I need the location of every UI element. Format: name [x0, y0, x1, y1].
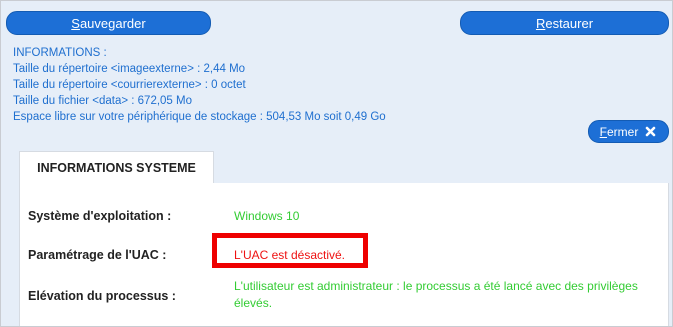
- restore-button[interactable]: Restaurer: [460, 11, 669, 35]
- close-label: ermer: [607, 124, 639, 139]
- save-accesskey: S: [71, 15, 80, 31]
- info-line-courrierexterne: Taille du répertoire <courrierexterne> :…: [13, 79, 246, 91]
- os-value: Windows 10: [234, 209, 300, 223]
- elevation-label: Elévation du processus :: [28, 289, 176, 303]
- close-accesskey: F: [599, 124, 607, 139]
- info-line-imageexterne: Taille du répertoire <imageexterne> : 2,…: [13, 63, 246, 75]
- save-button[interactable]: Sauvegarder: [6, 11, 211, 35]
- info-line-free-space: Espace libre sur votre périphérique de s…: [13, 111, 386, 123]
- restore-label: estaurer: [545, 15, 594, 31]
- tab-label: INFORMATIONS SYSTEME: [37, 161, 196, 175]
- tab-informations-systeme[interactable]: INFORMATIONS SYSTEME: [19, 151, 214, 184]
- uac-value: L'UAC est désactivé.: [234, 248, 346, 262]
- app-frame: Sauvegarder Restaurer INFORMATIONS : Tai…: [0, 0, 673, 327]
- save-label: auvegarder: [79, 15, 146, 31]
- info-line-data-file: Taille du fichier <data> : 672,05 Mo: [13, 95, 193, 107]
- system-info-panel: Système d'exploitation : Windows 10 Para…: [19, 183, 669, 326]
- close-button[interactable]: Fermer: [588, 120, 669, 143]
- uac-label: Paramétrage de l'UAC :: [28, 248, 167, 262]
- info-heading: INFORMATIONS :: [13, 47, 107, 59]
- storage-info: INFORMATIONS : Taille du répertoire <ima…: [13, 45, 386, 125]
- os-label: Système d'exploitation :: [28, 209, 172, 223]
- close-x-icon: [644, 125, 657, 138]
- elevation-value: L'utilisateur est administrateur : le pr…: [234, 279, 638, 310]
- restore-accesskey: R: [535, 15, 546, 31]
